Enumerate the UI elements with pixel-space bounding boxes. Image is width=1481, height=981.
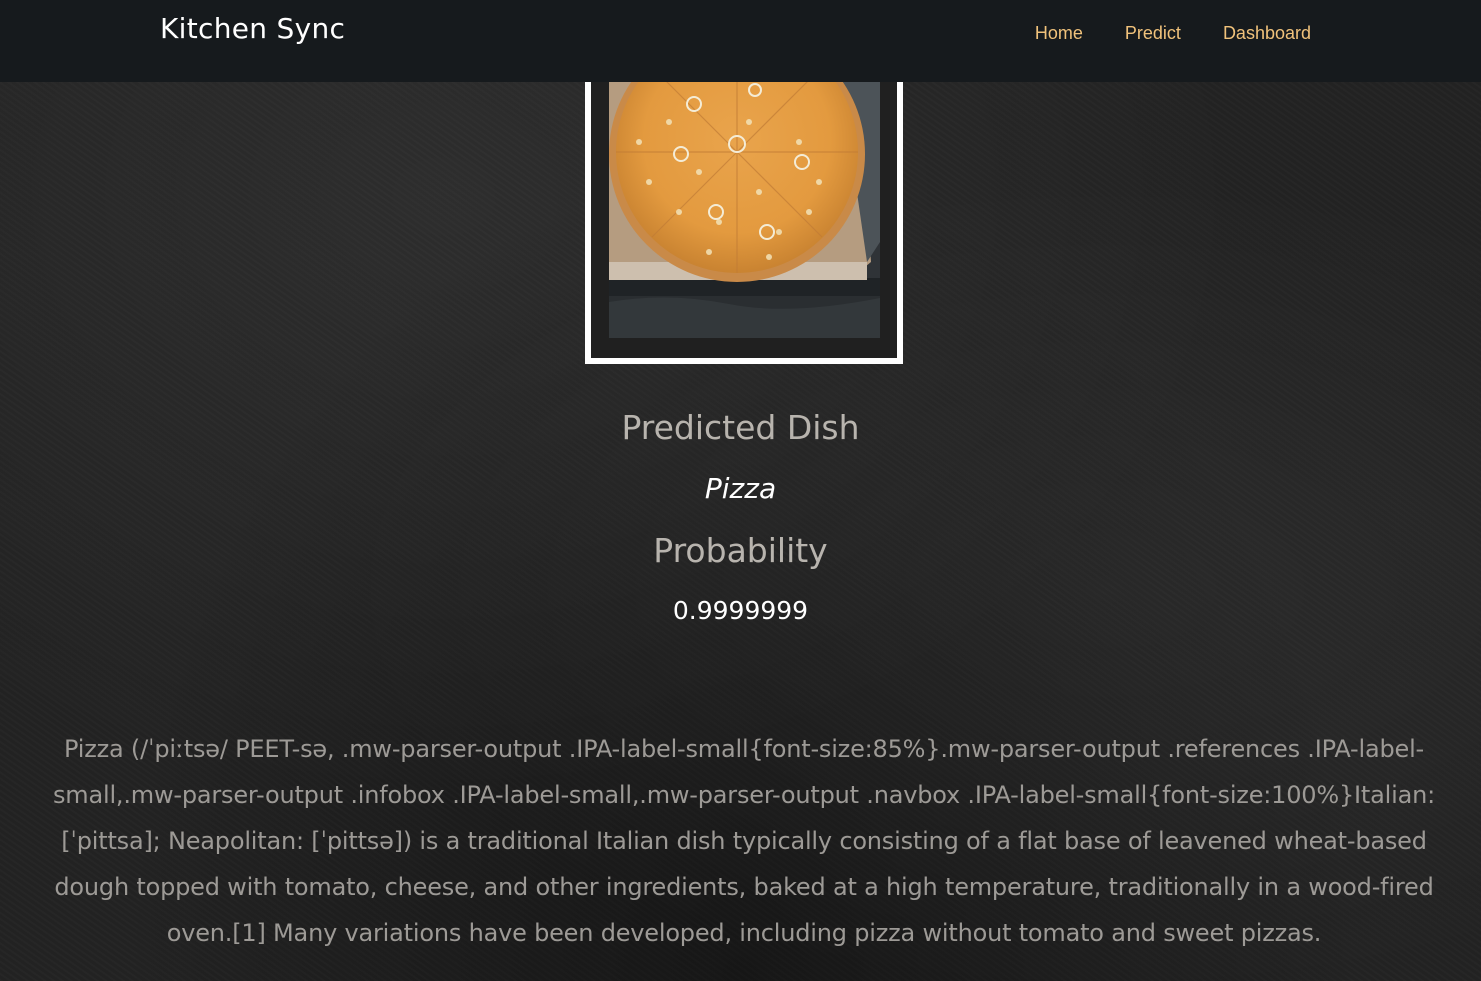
nav-link-predict[interactable]: Predict	[1125, 23, 1181, 44]
uploaded-food-photo	[609, 82, 880, 338]
dish-description: Pizza (/ˈpiːtsə/ PEET-sə, .mw-parser-out…	[53, 735, 1435, 947]
probability-value: 0.9999999	[672, 596, 809, 625]
pizza-photo-illustration	[609, 82, 880, 338]
nav-links: Home Predict Dashboard	[1035, 23, 1311, 44]
predicted-dish-value: Pizza	[704, 472, 777, 505]
predicted-dish-heading: Predicted Dish	[621, 408, 860, 447]
probability-heading: Probability	[653, 531, 828, 570]
uploaded-image-frame	[585, 60, 903, 364]
nav-link-home[interactable]: Home	[1035, 23, 1083, 44]
nav-link-dashboard[interactable]: Dashboard	[1223, 23, 1311, 44]
brand-logo[interactable]: Kitchen Sync	[160, 12, 345, 45]
navbar: Kitchen Sync Home Predict Dashboard	[0, 0, 1481, 82]
